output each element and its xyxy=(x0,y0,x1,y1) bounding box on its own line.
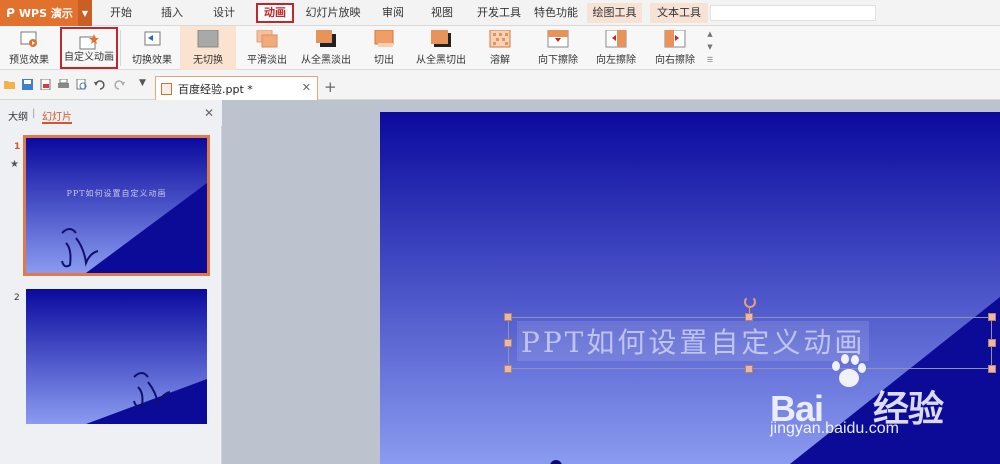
tab-text-tools[interactable]: 文本工具 xyxy=(650,3,708,23)
undo-icon[interactable] xyxy=(94,79,105,90)
preview-effect-button[interactable]: 预览效果 xyxy=(2,26,56,70)
rotate-handle-icon[interactable] xyxy=(744,296,756,308)
wipe-down-icon xyxy=(547,30,569,48)
watermark-url: jingyan.baidu.com xyxy=(770,420,899,437)
wipe-right-button[interactable]: 向右擦除 xyxy=(648,26,702,70)
baidu-jingyan-watermark: Bai 经验 jingyan.baidu.com xyxy=(770,350,1000,450)
app-name: WPS 演示 xyxy=(18,7,73,20)
dissolve-label: 溶解 xyxy=(490,55,510,66)
search-input[interactable] xyxy=(710,5,876,21)
tab-slides[interactable]: 幻灯片 xyxy=(42,108,72,123)
slide-thumbnail-2[interactable] xyxy=(26,289,207,424)
tab-animation[interactable]: 动画 xyxy=(256,3,294,23)
cut-black-icon xyxy=(431,30,451,47)
tab-drawing-tools[interactable]: 绘图工具 xyxy=(587,3,642,23)
wipe-right-label: 向右擦除 xyxy=(655,55,695,66)
document-tab[interactable]: 百度经验.ppt * ✕ xyxy=(155,76,318,100)
wipe-right-icon xyxy=(664,30,686,48)
open-folder-icon[interactable] xyxy=(4,79,15,90)
slide-1-background xyxy=(26,138,207,273)
quick-access-toolbar: ▼ 百度经验.ppt * ✕ + xyxy=(0,70,1000,100)
cut-through-black-label: 从全黑切出 xyxy=(416,55,466,66)
gallery-more-icon[interactable]: ☰ xyxy=(705,54,715,67)
redo-icon[interactable] xyxy=(114,79,125,90)
resize-handle-sw[interactable] xyxy=(504,365,512,373)
tab-outline[interactable]: 大纲 xyxy=(8,108,28,123)
tab-home[interactable]: 开始 xyxy=(104,3,138,23)
custom-animation-button[interactable]: 自定义动画 xyxy=(60,27,118,69)
fade-through-black-label: 从全黑淡出 xyxy=(301,55,351,66)
no-transition-icon xyxy=(197,30,219,48)
chevron-down-icon[interactable]: ▼ xyxy=(78,0,92,26)
tab-insert[interactable]: 插入 xyxy=(155,3,189,23)
smooth-fade-icon xyxy=(256,30,278,48)
fade-through-black-button[interactable]: 从全黑淡出 xyxy=(296,26,356,70)
transition-icon xyxy=(144,31,161,46)
resize-handle-ne[interactable] xyxy=(988,313,996,321)
close-pane-icon[interactable]: ✕ xyxy=(204,106,214,120)
wps-app-button[interactable]: ᑭ WPS 演示 ▼ xyxy=(0,0,92,26)
dissolve-icon xyxy=(489,30,511,48)
wipe-left-label: 向左擦除 xyxy=(596,55,636,66)
tab-developer[interactable]: 开发工具 xyxy=(474,3,524,23)
preview-icon xyxy=(20,31,37,47)
resize-handle-e[interactable] xyxy=(988,339,996,347)
tab-view[interactable]: 视图 xyxy=(425,3,459,23)
customize-toolbar-chevron-icon[interactable]: ▼ xyxy=(139,78,146,88)
wps-logo-icon: ᑭ xyxy=(6,6,15,20)
dissolve-button[interactable]: 溶解 xyxy=(480,26,520,70)
cut-icon xyxy=(374,30,394,47)
resize-handle-nw[interactable] xyxy=(504,313,512,321)
tab-review[interactable]: 审阅 xyxy=(376,3,410,23)
document-tab-title: 百度经验.ppt * xyxy=(178,82,253,96)
ppt-file-icon xyxy=(161,82,172,95)
resize-handle-w[interactable] xyxy=(504,339,512,347)
fade-black-icon xyxy=(316,30,336,47)
resize-handle-n[interactable] xyxy=(745,313,753,321)
ribbon-gallery-scroll[interactable]: ▲ ▼ ☰ xyxy=(705,28,715,68)
slide-number-1: 1 xyxy=(14,142,21,152)
transition-effect-button[interactable]: 切换效果 xyxy=(128,26,176,70)
save-icon[interactable] xyxy=(22,79,33,90)
smooth-fade-button[interactable]: 平滑淡出 xyxy=(242,26,292,70)
slide-2-background xyxy=(26,289,207,424)
tab-design[interactable]: 设计 xyxy=(207,3,241,23)
cut-through-black-button[interactable]: 从全黑切出 xyxy=(410,26,472,70)
wipe-down-label: 向下擦除 xyxy=(538,55,578,66)
print-preview-icon[interactable] xyxy=(76,79,87,90)
resize-handle-s[interactable] xyxy=(745,365,753,373)
slide-thumbnail-1[interactable]: PPT如何设置自定义动画 xyxy=(23,135,210,276)
print-icon[interactable] xyxy=(58,79,69,90)
active-tab-indicator xyxy=(42,122,72,124)
scroll-up-icon[interactable]: ▲ xyxy=(705,28,715,41)
slide-1-title-thumb: PPT如何设置自定义动画 xyxy=(66,189,167,198)
wipe-left-button[interactable]: 向左擦除 xyxy=(590,26,642,70)
preview-effect-label: 预览效果 xyxy=(9,55,49,66)
ribbon-divider xyxy=(120,30,121,66)
tab-slideshow[interactable]: 幻灯片放映 xyxy=(304,3,362,23)
export-pdf-icon[interactable] xyxy=(40,79,51,90)
pane-tab-divider: | xyxy=(32,108,36,119)
menu-bar: ᑭ WPS 演示 ▼ 开始 插入 设计 动画 幻灯片放映 审阅 视图 开发工具 … xyxy=(0,0,1000,26)
tab-features[interactable]: 特色功能 xyxy=(533,3,579,23)
transition-effect-label: 切换效果 xyxy=(132,55,172,66)
smooth-fade-label: 平滑淡出 xyxy=(247,55,287,66)
wipe-left-icon xyxy=(605,30,627,48)
new-tab-plus-icon[interactable]: + xyxy=(324,78,337,96)
slide-number-2: 2 xyxy=(14,293,20,303)
animation-star-icon: ★ xyxy=(10,159,19,170)
ribbon: 预览效果 自定义动画 切换效果 无切换 平滑淡出 从全黑淡出 切出 从全黑切出 … xyxy=(0,26,1000,70)
close-tab-icon[interactable]: ✕ xyxy=(302,81,311,94)
no-transition-button[interactable]: 无切换 xyxy=(180,26,236,70)
slides-pane: 大纲 | 幻灯片 ✕ 1 ★ PPT如何设置自定义动画 2 xyxy=(0,100,222,464)
scroll-down-icon[interactable]: ▼ xyxy=(705,41,715,54)
cut-label: 切出 xyxy=(374,55,394,66)
wipe-down-button[interactable]: 向下擦除 xyxy=(532,26,584,70)
cut-button[interactable]: 切出 xyxy=(364,26,404,70)
no-transition-label: 无切换 xyxy=(193,55,223,66)
pane-tabs: 大纲 | 幻灯片 ✕ xyxy=(0,100,222,126)
custom-animation-label: 自定义动画 xyxy=(64,52,114,63)
